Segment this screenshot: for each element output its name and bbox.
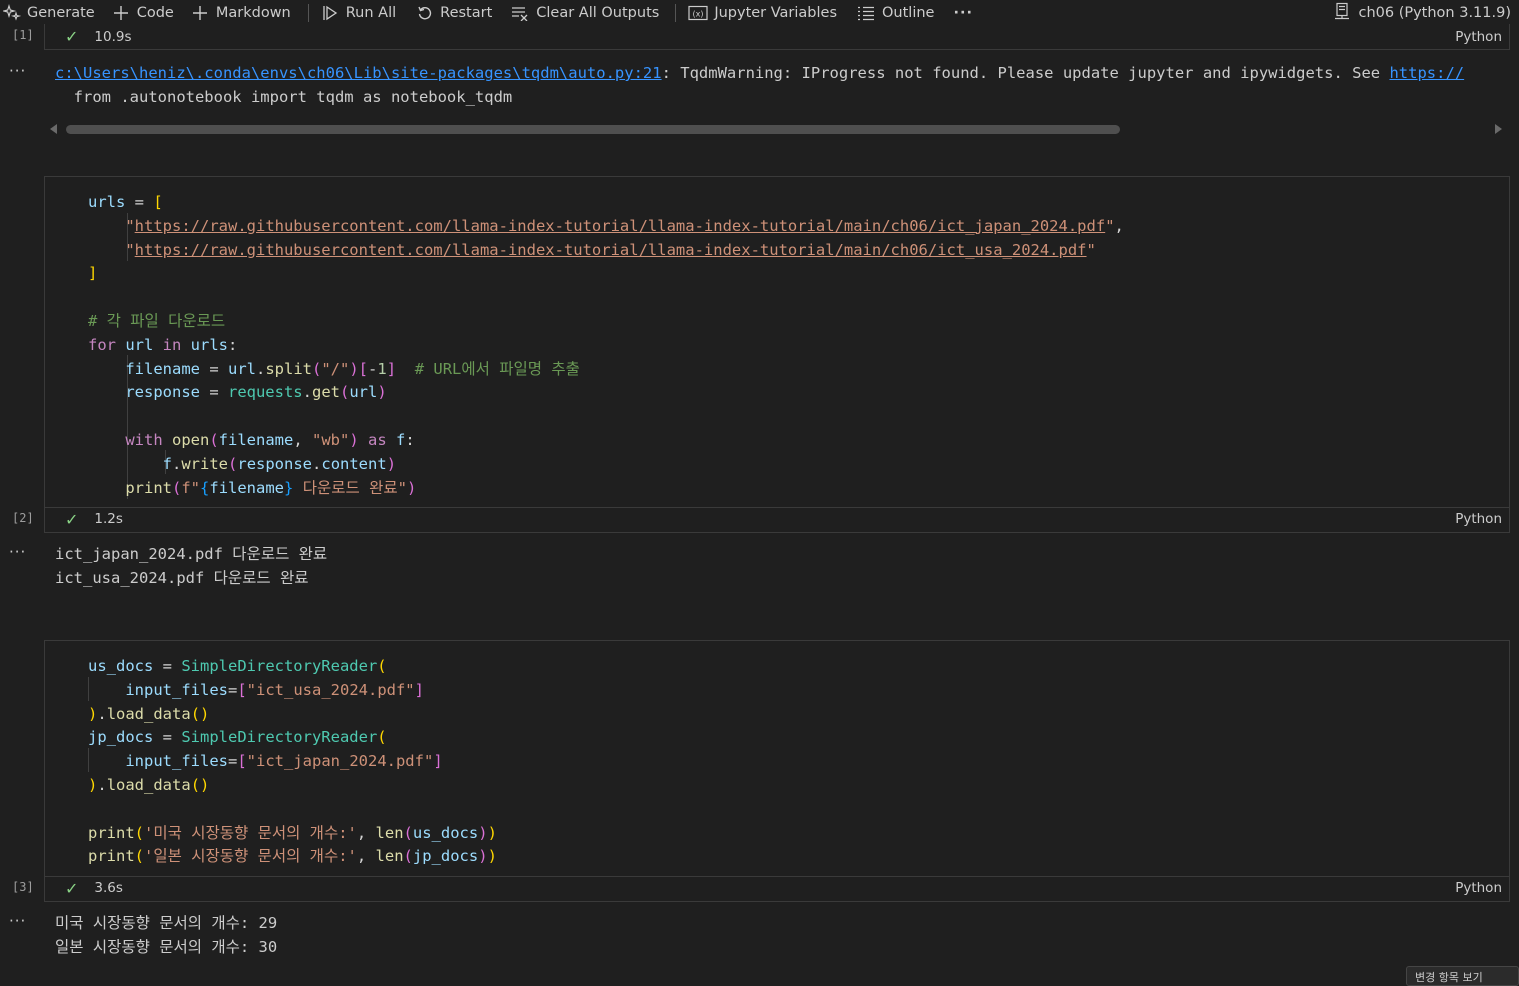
restart-label: Restart <box>440 5 493 21</box>
scroll-left-icon[interactable] <box>50 124 57 134</box>
run-all-button[interactable]: Run All <box>321 0 396 26</box>
cell-status-bar: ✓ 3.6s Python <box>44 875 1510 902</box>
jupyter-variables-button[interactable]: (x) Jupyter Variables <box>688 0 837 26</box>
cell-output: c:\Users\heniz\.conda\envs\ch06\Lib\site… <box>55 61 1510 109</box>
svg-text:(x): (x) <box>693 10 704 19</box>
kernel-label: ch06 (Python 3.11.9) <box>1358 5 1511 21</box>
cell-execution-count: [1] <box>12 28 34 42</box>
cell-language-button[interactable]: Python <box>1455 29 1502 45</box>
view-changes-toast[interactable]: 변경 항목 보기 <box>1406 966 1519 986</box>
outline-label: Outline <box>882 5 935 21</box>
cell-output: ict_japan_2024.pdf 다운로드 완료 ict_usa_2024.… <box>55 542 327 590</box>
execution-time: 3.6s <box>94 880 123 896</box>
cell-language-button[interactable]: Python <box>1455 880 1502 896</box>
warning-text: : TqdmWarning: IProgress not found. Plea… <box>661 64 1390 82</box>
sparkle-icon <box>3 4 21 22</box>
clear-all-outputs-label: Clear All Outputs <box>536 5 660 21</box>
scroll-right-icon[interactable] <box>1495 124 1502 134</box>
output-line: 미국 시장동향 문서의 개수: 29 <box>55 914 278 932</box>
jupyter-variables-label: Jupyter Variables <box>714 5 838 21</box>
server-icon <box>1333 2 1351 24</box>
play-icon <box>321 4 339 22</box>
url-link[interactable]: https://raw.githubusercontent.com/llama-… <box>135 241 1087 259</box>
generate-button[interactable]: Generate <box>3 0 95 26</box>
output-more-icon[interactable]: ··· <box>9 543 26 561</box>
execution-time: 10.9s <box>94 28 132 45</box>
markdown-label: Markdown <box>215 5 291 21</box>
code-editor[interactable]: urls = [ "https://raw.githubusercontent.… <box>88 191 1124 500</box>
scrollbar-thumb[interactable] <box>66 125 1120 134</box>
url-link[interactable]: https://raw.githubusercontent.com/llama-… <box>135 217 1106 235</box>
cell-status-bar: ✓ 1.2s Python <box>44 506 1510 533</box>
restart-icon <box>417 5 433 21</box>
output-line: ict_japan_2024.pdf 다운로드 완료 <box>55 545 328 563</box>
cell-language-button[interactable]: Python <box>1455 511 1502 527</box>
warning-line-2: from .autonotebook import tqdm as notebo… <box>55 88 513 106</box>
clear-all-icon <box>511 5 529 21</box>
outline-button[interactable]: Outline <box>857 0 934 26</box>
generate-label: Generate <box>27 5 95 21</box>
kernel-picker[interactable]: ch06 (Python 3.11.9) <box>1333 0 1511 26</box>
output-more-icon[interactable]: ··· <box>9 912 26 930</box>
plus-icon <box>192 5 208 21</box>
toolbar-divider <box>307 4 309 22</box>
notebook-toolbar: Generate Code Markdown Run All Restart C… <box>0 0 1519 26</box>
variables-icon: (x) <box>688 5 708 21</box>
restart-button[interactable]: Restart <box>417 0 492 26</box>
cell-output: 미국 시장동향 문서의 개수: 29 일본 시장동향 문서의 개수: 30 <box>55 911 277 959</box>
run-all-label: Run All <box>345 5 397 21</box>
warning-url-link[interactable]: https:// <box>1389 64 1464 82</box>
success-check-icon: ✓ <box>65 27 79 46</box>
output-horizontal-scrollbar[interactable] <box>44 122 1508 136</box>
code-editor[interactable]: us_docs = SimpleDirectoryReader( input_f… <box>88 655 497 869</box>
cell-execution-count: [2] <box>12 511 34 525</box>
code-label: Code <box>136 5 174 21</box>
output-more-icon[interactable]: ··· <box>9 62 26 80</box>
list-icon <box>857 5 875 21</box>
warning-file-link[interactable]: c:\Users\heniz\.conda\envs\ch06\Lib\site… <box>55 64 662 82</box>
toolbar-divider <box>675 4 677 22</box>
execution-time: 1.2s <box>94 511 123 527</box>
more-actions-button[interactable]: ··· <box>953 0 973 26</box>
more-icon: ··· <box>953 5 974 21</box>
output-line: 일본 시장동향 문서의 개수: 30 <box>55 938 278 956</box>
code-cell[interactable]: urls = [ "https://raw.githubusercontent.… <box>44 176 1510 508</box>
cell-execution-count: [3] <box>12 880 34 894</box>
plus-icon <box>113 5 129 21</box>
success-check-icon: ✓ <box>65 878 79 898</box>
output-line: ict_usa_2024.pdf 다운로드 완료 <box>55 569 309 587</box>
add-markdown-button[interactable]: Markdown <box>192 0 291 26</box>
code-cell[interactable]: us_docs = SimpleDirectoryReader( input_f… <box>44 640 1510 877</box>
add-code-button[interactable]: Code <box>113 0 174 26</box>
clear-all-outputs-button[interactable]: Clear All Outputs <box>511 0 659 26</box>
cell-status-bar: ✓ 10.9s Python <box>44 24 1510 50</box>
success-check-icon: ✓ <box>65 509 79 529</box>
